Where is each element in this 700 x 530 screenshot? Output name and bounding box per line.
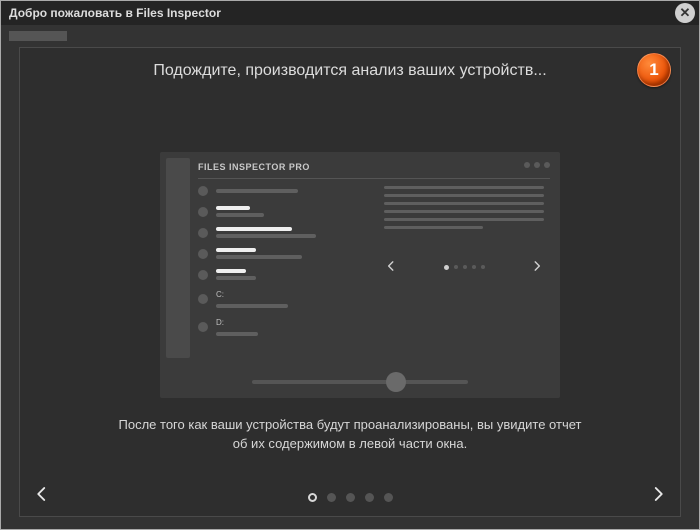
welcome-window: Добро пожаловать в Files Inspector ✕ Под… — [0, 0, 700, 530]
carousel-dot-3[interactable] — [346, 493, 355, 502]
preview-detail-lines — [384, 186, 544, 234]
list-item: C: — [198, 290, 368, 308]
list-item — [198, 206, 368, 217]
app-preview-illustration: FILES INSPECTOR PRO — [160, 152, 560, 398]
list-item — [198, 248, 368, 259]
chevron-right-icon — [530, 259, 544, 276]
item-icon — [198, 249, 208, 259]
item-icon — [198, 186, 208, 196]
preview-window-controls — [524, 162, 550, 168]
carousel-dot-4[interactable] — [365, 493, 374, 502]
list-item — [198, 269, 368, 280]
slide-heading: Подождите, производится анализ ваших уст… — [20, 62, 680, 80]
carousel-dot-2[interactable] — [327, 493, 336, 502]
preview-sidebar — [166, 158, 190, 358]
carousel-dots — [20, 493, 680, 502]
preview-slider — [252, 380, 468, 384]
chevron-left-icon — [384, 259, 398, 276]
list-item: D: — [198, 318, 368, 336]
item-icon — [198, 294, 208, 304]
step-badge: 1 — [637, 53, 671, 87]
content-panel: Подождите, производится анализ ваших уст… — [19, 47, 681, 517]
drive-d-label: D: — [216, 318, 258, 327]
carousel-dot-5[interactable] — [384, 493, 393, 502]
step-number: 1 — [649, 60, 658, 80]
slide-subtext-line2: об их содержимом в левой части окна. — [233, 436, 467, 451]
window-title: Добро пожаловать в Files Inspector — [9, 6, 221, 20]
slide-subtext-line1: После того как ваши устройства будут про… — [119, 417, 582, 432]
preview-pager — [384, 260, 544, 274]
item-icon — [198, 270, 208, 280]
preview-divider — [198, 178, 550, 179]
preview-item-list: C: D: — [198, 186, 368, 346]
preview-pager-dots — [444, 265, 485, 270]
carousel-dot-1[interactable] — [308, 493, 317, 502]
item-icon — [198, 207, 208, 217]
preview-app-title: FILES INSPECTOR PRO — [198, 162, 310, 172]
item-icon — [198, 322, 208, 332]
title-bar: Добро пожаловать в Files Inspector ✕ — [1, 1, 699, 25]
list-item — [198, 186, 368, 196]
slide-subtext: После того как ваши устройства будут про… — [20, 416, 680, 454]
close-button[interactable]: ✕ — [675, 3, 695, 23]
close-icon: ✕ — [680, 5, 691, 21]
list-item — [198, 227, 368, 238]
preview-slider-knob — [386, 372, 406, 392]
progress-bar — [9, 31, 67, 41]
drive-c-label: C: — [216, 290, 288, 299]
item-icon — [198, 228, 208, 238]
